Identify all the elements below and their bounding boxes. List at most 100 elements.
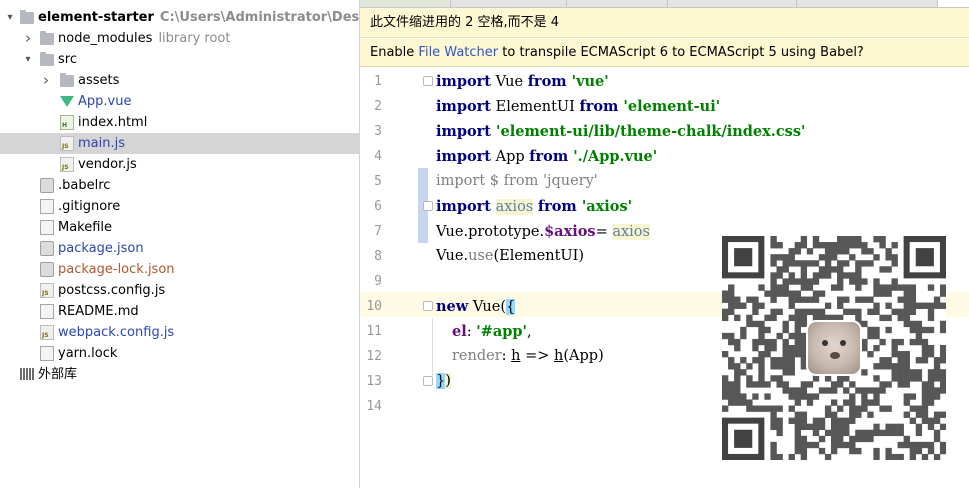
tree-item-main-js[interactable]: JS main.js	[0, 133, 359, 154]
keyword: from	[529, 148, 569, 165]
keyword: import	[436, 123, 491, 140]
text-file-icon	[40, 304, 54, 319]
operator: :	[501, 348, 512, 364]
tree-item-node-modules[interactable]: › node_modules library root	[0, 28, 359, 49]
code-line-7[interactable]: Vue.prototype.$axios= axios	[436, 219, 650, 244]
config-file-icon	[40, 241, 54, 256]
identifier: h	[554, 348, 564, 364]
chevron-right-icon[interactable]: ›	[40, 70, 52, 91]
js-file-icon: JS	[40, 283, 54, 298]
code-line-1[interactable]: import Vue from 'vue'	[436, 69, 609, 94]
file-watcher-link[interactable]: File Watcher	[418, 45, 498, 60]
identifier: Vue	[491, 74, 528, 90]
tree-item-external-libraries[interactable]: 外部库	[0, 364, 359, 385]
chevron-down-icon[interactable]: ▾	[22, 49, 34, 70]
identifier: Vue(	[468, 299, 506, 315]
code-line-4[interactable]: import App from './App.vue'	[436, 144, 657, 169]
editor-tab[interactable]	[451, 0, 567, 7]
tree-item-src[interactable]: ▾ src	[0, 49, 359, 70]
editor-tab[interactable]	[360, 0, 451, 7]
tree-item-yarn-lock[interactable]: yarn.lock	[0, 343, 359, 364]
code-line-12[interactable]: render: h => h(App)	[452, 344, 604, 369]
fold-marker-icon[interactable]	[423, 201, 433, 211]
code-line-3[interactable]: import 'element-ui/lib/theme-chalk/index…	[436, 119, 805, 144]
line-number: 9	[374, 274, 382, 289]
tree-item-assets[interactable]: › assets	[0, 70, 359, 91]
brace-match: }	[436, 373, 446, 389]
tree-item-gitignore[interactable]: .gitignore	[0, 196, 359, 217]
fold-marker-icon[interactable]	[423, 376, 433, 386]
line-number: 7	[374, 224, 382, 239]
line-number: 12	[366, 349, 382, 364]
file-watcher-prefix: Enable	[370, 45, 419, 60]
file-watcher-banner: Enable File Watcher to transpile ECMAScr…	[360, 39, 969, 67]
tree-item-vendor-js[interactable]: JS vendor.js	[0, 154, 359, 175]
code-line-13[interactable]: })	[436, 369, 451, 394]
unused-import: import $ from 'jquery'	[436, 173, 598, 189]
fold-marker-icon[interactable]	[423, 76, 433, 86]
code-line-5[interactable]: import $ from 'jquery'	[436, 169, 598, 194]
editor-tab[interactable]	[797, 0, 938, 7]
tree-item-label: App.vue	[78, 94, 132, 109]
arguments: (ElementUI)	[493, 248, 585, 264]
chevron-down-icon[interactable]: ▾	[4, 7, 16, 28]
identifier: axios	[495, 199, 534, 215]
text-file-icon	[40, 346, 54, 361]
property: el	[452, 323, 467, 340]
qr-avatar-image	[806, 320, 862, 376]
operator: ,	[526, 324, 532, 340]
code-line-10[interactable]: new Vue({	[436, 294, 516, 319]
code-line-6[interactable]: import axios from 'axios'	[436, 194, 632, 219]
editor-tab[interactable]	[668, 0, 797, 7]
indent-notice-text: 此文件缩进用的 2 空格,而不是 4	[370, 15, 560, 30]
string-literal: 'element-ui/lib/theme-chalk/index.css'	[491, 123, 806, 140]
folder-icon	[40, 52, 54, 66]
js-file-icon: JS	[60, 157, 74, 172]
tree-item-label: yarn.lock	[58, 346, 118, 361]
library-root-label: library root	[158, 31, 231, 46]
tree-item-element-starter[interactable]: ▾ element-starter C:\Users\Administrator\D…	[0, 7, 359, 28]
tree-item-label: package.json	[58, 241, 144, 256]
indent-notice-banner: 此文件缩进用的 2 空格,而不是 4	[360, 8, 969, 38]
tree-item-readme-md[interactable]: README.md	[0, 301, 359, 322]
keyword: from	[579, 98, 619, 115]
code-line-11[interactable]: el: '#app',	[452, 319, 532, 344]
chevron-right-icon[interactable]: ›	[22, 28, 34, 49]
string-literal: 'vue'	[566, 73, 609, 90]
identifier: h	[511, 348, 521, 364]
editor-tab[interactable]	[567, 0, 668, 7]
tree-item-package-json[interactable]: package.json	[0, 238, 359, 259]
tree-item-babelrc[interactable]: .babelrc	[0, 175, 359, 196]
tree-item-package-lock-json[interactable]: package-lock.json	[0, 259, 359, 280]
tree-item-makefile[interactable]: Makefile	[0, 217, 359, 238]
tree-item-label: element-starter C:\Users\Administrator\De…	[38, 7, 359, 28]
identifier: axios	[612, 224, 650, 240]
keyword: from	[537, 198, 577, 215]
tree-item-label: assets	[78, 73, 120, 88]
code-line-2[interactable]: import ElementUI from 'element-ui'	[436, 94, 720, 119]
line-number: 4	[374, 149, 382, 164]
editor-tab-active[interactable]	[938, 0, 969, 7]
tree-item-label: postcss.config.js	[58, 283, 166, 298]
fold-marker-icon[interactable]	[423, 301, 433, 311]
editor-tab-strip	[360, 0, 969, 8]
line-number: 13	[366, 374, 382, 389]
line-number: 6	[374, 199, 382, 214]
config-file-icon	[40, 262, 54, 277]
line-number: 11	[366, 324, 382, 339]
tree-item-label: README.md	[58, 304, 139, 319]
line-number: 3	[374, 124, 382, 139]
tree-item-label: vendor.js	[78, 157, 137, 172]
tree-item-index-html[interactable]: Hindex.html	[0, 112, 359, 133]
operator: :	[466, 324, 477, 340]
tree-item-app-vue[interactable]: App.vue	[0, 91, 359, 112]
keyword: from	[527, 73, 567, 90]
tree-item-label: Makefile	[58, 220, 113, 235]
code-line-8[interactable]: Vue.use(ElementUI)	[436, 244, 584, 269]
identifier: Vue.	[436, 248, 469, 264]
keyword: import	[436, 98, 491, 115]
tree-item-postcss-config-js[interactable]: JS postcss.config.js	[0, 280, 359, 301]
keyword: import	[436, 73, 491, 90]
project-tree-panel: ▾ element-starter C:\Users\Administrator\D…	[0, 0, 360, 488]
tree-item-webpack-config-js[interactable]: JS webpack.config.js	[0, 322, 359, 343]
